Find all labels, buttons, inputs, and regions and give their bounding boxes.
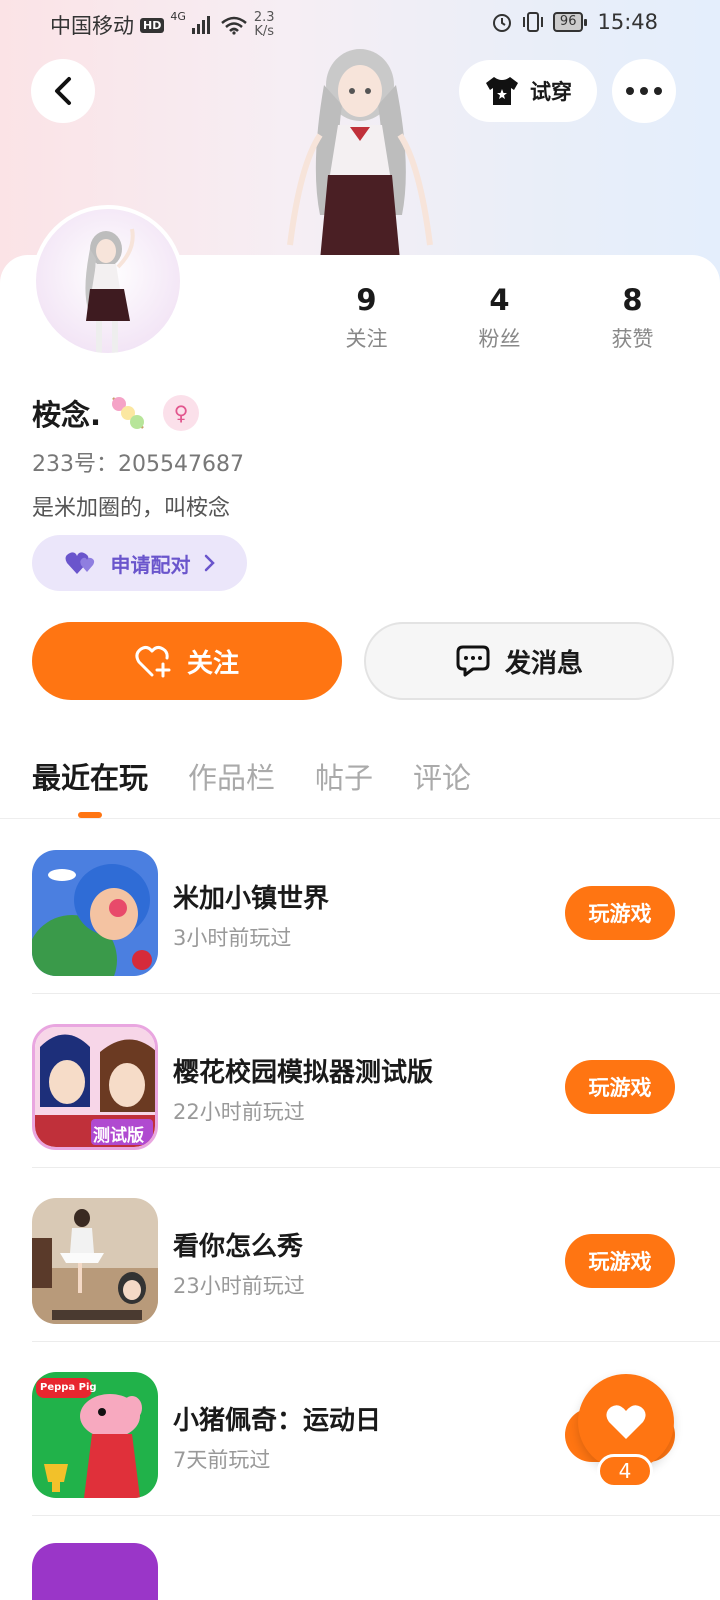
chevron-right-icon [204, 554, 215, 572]
tab-comments[interactable]: 评论 [413, 755, 471, 797]
toca-world-icon [32, 850, 158, 976]
game-icon-next-partial[interactable] [32, 1543, 158, 1600]
speed-unit: K/s [254, 24, 275, 39]
avatar[interactable] [32, 205, 184, 357]
name-row: 桉念. ♀ [32, 392, 200, 434]
stat-label: 获赞 [611, 327, 654, 351]
stat-label: 关注 [345, 327, 388, 351]
stat-value: 8 [622, 283, 643, 317]
chat-bubble-icon [456, 645, 490, 677]
hd-icon: HD [140, 17, 165, 33]
back-button[interactable] [31, 59, 95, 123]
stat-value: 9 [356, 283, 377, 317]
send-message-label: 发消息 [504, 648, 583, 679]
stat-followers[interactable]: 4 粉丝 [433, 283, 566, 353]
profile-stats: 9 关注 4 粉丝 8 获赞 [300, 283, 700, 353]
game-name: 小猪佩奇：运动日 [173, 1406, 382, 1436]
game-last-played: 7天前玩过 [173, 1448, 271, 1472]
game-name: 樱花校园模拟器测试版 [173, 1058, 434, 1088]
row-divider [32, 1515, 720, 1516]
stat-following[interactable]: 9 关注 [300, 283, 433, 353]
game-list-item[interactable]: 看你怎么秀 23小时前玩过 玩游戏 [0, 1168, 720, 1342]
play-game-button[interactable]: 玩游戏 [565, 886, 675, 940]
more-dots-icon [626, 87, 662, 95]
game-name: 米加小镇世界 [173, 884, 330, 914]
game-list-item[interactable]: 米加小镇世界 3小时前玩过 玩游戏 [0, 820, 720, 994]
game-last-played: 3小时前玩过 [173, 926, 292, 950]
speed-value: 2.3 [253, 10, 275, 25]
clock: 15:48 [597, 10, 658, 34]
network-type: 4G [170, 10, 186, 23]
battery-indicator: 96 [552, 12, 587, 32]
more-options-button[interactable] [612, 59, 676, 123]
game-icon-dance-show[interactable] [32, 1198, 158, 1324]
profile-tabs: 最近在玩 作品栏 帖子 评论 [32, 755, 471, 797]
play-game-button[interactable]: 玩游戏 [565, 1060, 675, 1114]
stat-likes[interactable]: 8 获赞 [566, 283, 699, 353]
status-bar: 中国移动 HD 4G 2.3 K/s 96 15:48 [0, 0, 720, 50]
send-message-button[interactable]: 发消息 [364, 622, 674, 700]
tabs-divider [0, 818, 720, 819]
carrier-name: 中国移动 [50, 14, 134, 38]
alarm-icon [492, 14, 511, 32]
dance-show-icon [32, 1198, 158, 1324]
network-speed: 2.3 K/s [254, 11, 275, 39]
request-pair-label: 申请配对 [110, 552, 191, 577]
game-name: 看你怎么秀 [173, 1232, 304, 1262]
peppa-logo: Peppa Pig [40, 1382, 97, 1393]
test-version-badge: 测试版 [93, 1126, 144, 1146]
try-on-button[interactable]: 试穿 [459, 60, 597, 122]
double-heart-icon [65, 552, 94, 574]
chevron-left-icon [55, 77, 71, 105]
game-last-played: 23小时前玩过 [173, 1274, 305, 1298]
game-icon-toca-world[interactable] [32, 850, 158, 976]
user-bio: 是米加圈的，叫桉念 [32, 496, 231, 521]
stat-label: 粉丝 [478, 327, 521, 351]
female-gender-icon: ♀ [163, 395, 200, 431]
tab-works[interactable]: 作品栏 [188, 755, 275, 797]
game-icon-peppa-pig[interactable]: Peppa Pig [32, 1372, 158, 1498]
try-on-label: 试穿 [530, 80, 572, 104]
tshirt-icon [486, 77, 518, 105]
avatar-figure-image [85, 228, 135, 353]
game-last-played: 22小时前玩过 [173, 1100, 305, 1124]
game-list-item[interactable]: 测试版 樱花校园模拟器测试版 22小时前玩过 玩游戏 [0, 994, 720, 1168]
floating-like-count: 4 [597, 1454, 653, 1488]
play-game-button[interactable]: 玩游戏 [565, 1234, 675, 1288]
follow-button[interactable]: 关注 [32, 622, 342, 700]
character-figure-image [287, 49, 433, 260]
user-name: 桉念. [32, 398, 102, 432]
dango-emoji-icon [112, 397, 145, 429]
tab-posts[interactable]: 帖子 [315, 755, 373, 797]
signal-icon [191, 16, 210, 34]
follow-label: 关注 [186, 648, 239, 679]
game-icon-sakura-school[interactable]: 测试版 [32, 1024, 158, 1150]
stat-value: 4 [489, 283, 510, 317]
user-id: 233号：205547687 [32, 452, 244, 477]
request-pair-button[interactable]: 申请配对 [32, 535, 247, 591]
heart-icon [606, 1405, 646, 1439]
tab-recently-played[interactable]: 最近在玩 [32, 755, 148, 797]
heart-plus-icon [135, 645, 171, 678]
vibrate-icon [522, 12, 543, 32]
wifi-icon [221, 16, 247, 35]
